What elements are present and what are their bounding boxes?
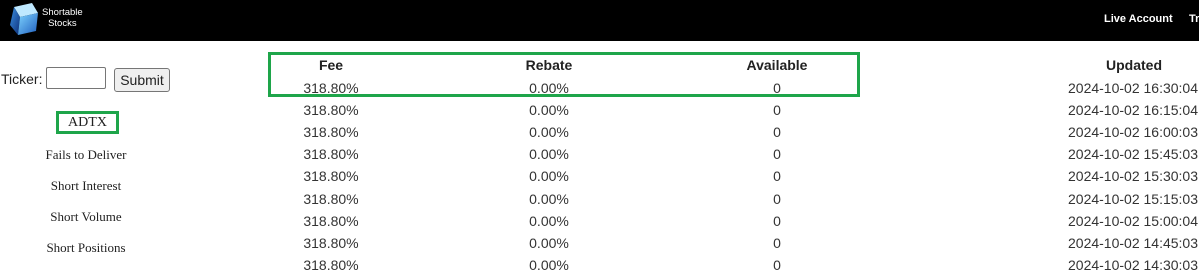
submit-button[interactable]: Submit bbox=[114, 68, 170, 92]
available-cell: 0 bbox=[773, 146, 781, 162]
updated-column-header: Updated bbox=[1106, 57, 1162, 73]
ticker-label: Ticker: bbox=[1, 71, 43, 87]
fee-cell: 318.80% bbox=[303, 213, 359, 229]
ticker-input[interactable] bbox=[46, 67, 106, 89]
short-positions-link[interactable]: Short Positions bbox=[0, 240, 172, 256]
updated-cell: 2024-10-02 14:45:03 bbox=[1068, 235, 1198, 251]
brand-name[interactable]: Shortable Stocks bbox=[42, 7, 83, 29]
available-cell: 0 bbox=[773, 213, 781, 229]
updated-cell: 2024-10-02 15:15:03 bbox=[1068, 191, 1198, 207]
fee-cell: 318.80% bbox=[303, 191, 359, 207]
fee-cell: 318.80% bbox=[303, 124, 359, 140]
brand-line-2: Stocks bbox=[48, 18, 77, 29]
updated-cell: 2024-10-02 15:45:03 bbox=[1068, 146, 1198, 162]
rebate-cell: 0.00% bbox=[529, 146, 569, 162]
rebate-cell: 0.00% bbox=[529, 102, 569, 118]
available-cell: 0 bbox=[773, 191, 781, 207]
updated-cell: 2024-10-02 15:00:04 bbox=[1068, 213, 1198, 229]
fee-cell: 318.80% bbox=[303, 102, 359, 118]
fee-cell: 318.80% bbox=[303, 168, 359, 184]
top-nav-bar: Shortable Stocks Live Account Tr bbox=[0, 0, 1199, 41]
brand-line-1: Shortable bbox=[42, 7, 83, 18]
rebate-cell: 0.00% bbox=[529, 168, 569, 184]
ticker-symbol-link[interactable]: ADTX bbox=[59, 114, 116, 131]
header-highlight-box bbox=[268, 52, 860, 97]
nav-truncated-link[interactable]: Tr bbox=[1189, 13, 1199, 25]
available-cell: 0 bbox=[773, 168, 781, 184]
available-cell: 0 bbox=[773, 235, 781, 251]
updated-cell: 2024-10-02 16:00:03 bbox=[1068, 124, 1198, 140]
short-volume-link[interactable]: Short Volume bbox=[0, 209, 172, 225]
rebate-cell: 0.00% bbox=[529, 124, 569, 140]
available-cell: 0 bbox=[773, 102, 781, 118]
short-interest-link[interactable]: Short Interest bbox=[0, 178, 172, 194]
available-cell: 0 bbox=[773, 124, 781, 140]
fee-cell: 318.80% bbox=[303, 146, 359, 162]
updated-cell: 2024-10-02 15:30:03 bbox=[1068, 168, 1198, 184]
updated-cell: 2024-10-02 16:15:04 bbox=[1068, 102, 1198, 118]
fee-cell: 318.80% bbox=[303, 235, 359, 251]
rebate-cell: 0.00% bbox=[529, 235, 569, 251]
fails-to-deliver-link[interactable]: Fails to Deliver bbox=[0, 147, 172, 163]
updated-cell: 2024-10-02 16:30:04 bbox=[1068, 80, 1198, 96]
symbol-highlight-box: ADTX bbox=[56, 111, 119, 134]
nav-live-account-link[interactable]: Live Account bbox=[1104, 13, 1173, 25]
cube-logo-icon[interactable] bbox=[6, 1, 40, 39]
rebate-cell: 0.00% bbox=[529, 213, 569, 229]
rebate-cell: 0.00% bbox=[529, 191, 569, 207]
